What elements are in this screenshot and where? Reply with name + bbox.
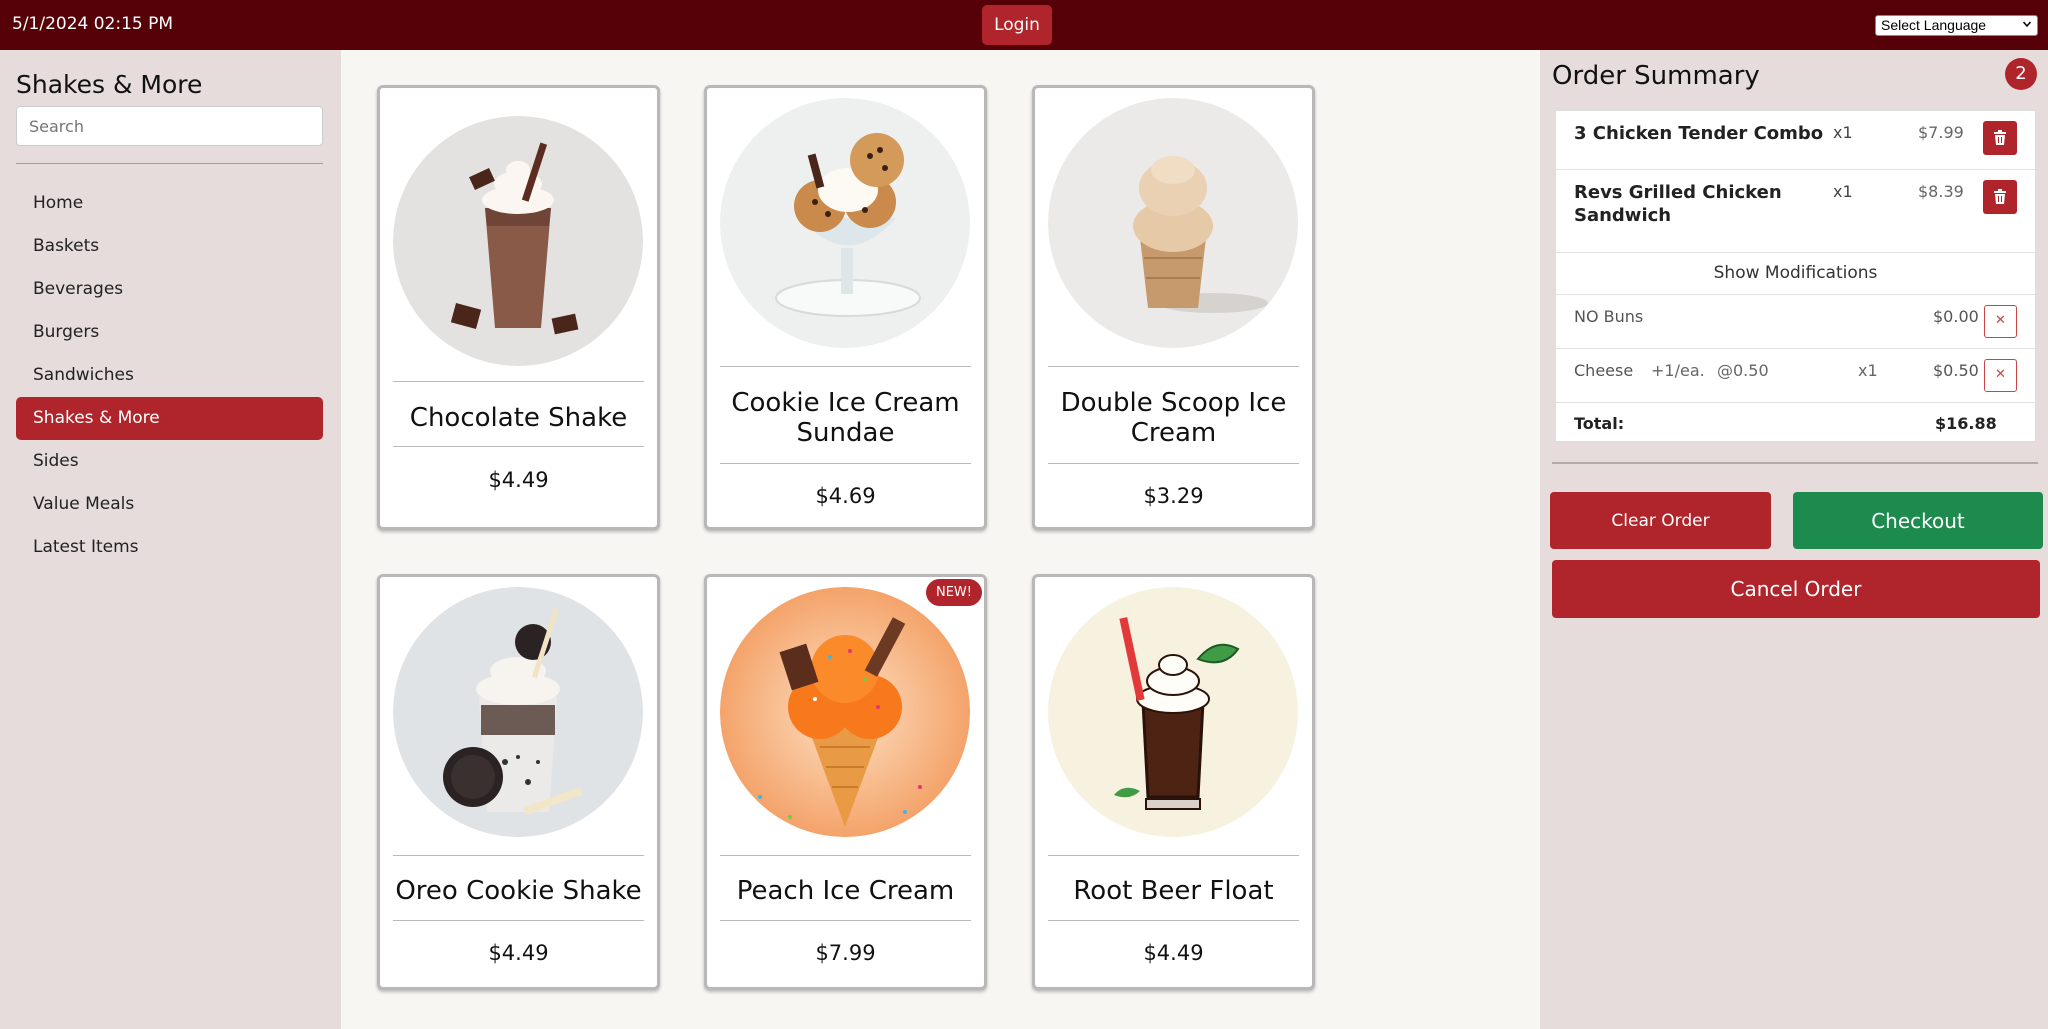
sidebar-item-latest-items[interactable]: Latest Items [16,526,323,569]
trash-icon [1994,130,2006,145]
total-value: $16.88 [1935,414,1997,433]
remove-item-button[interactable] [1983,180,2017,214]
modification-price: $0.50 [1933,361,1979,380]
sundae-image [720,98,970,348]
peach-cone-image [720,587,970,837]
order-summary-panel: Order Summary 2 3 Chicken Tender Combo x… [1540,50,2048,1029]
menu-item-card[interactable]: Cookie Ice Cream Sundae $4.69 [704,85,987,530]
card-divider [1048,366,1299,367]
login-button[interactable]: Login [982,5,1052,45]
datetime: 5/1/2024 02:15 PM [12,14,174,34]
row-divider [1556,294,2035,295]
search-input[interactable] [16,106,323,146]
row-divider [1556,402,2035,403]
menu-item-price: $4.49 [488,941,549,965]
modification-qty: x1 [1858,361,1878,380]
card-divider [1048,463,1299,464]
menu-item-name: Double Scoop Ice Cream [1060,388,1287,448]
menu-item-name: Oreo Cookie Shake [395,876,642,906]
menu-item-name: Cookie Ice Cream Sundae [731,388,960,448]
close-icon: ✕ [1995,367,2006,382]
modification-name: Cheese [1574,361,1634,380]
order-item-price: $8.39 [1918,182,1964,201]
menu-item-card[interactable]: Chocolate Shake $4.49 [377,85,660,530]
remove-modification-button[interactable]: ✕ [1984,359,2017,392]
sidebar-item-burgers[interactable]: Burgers [16,311,323,354]
menu-item-card[interactable]: Oreo Cookie Shake $4.49 [377,574,660,990]
order-item-name: Revs Grilled Chicken Sandwich [1574,182,1782,226]
card-divider [393,855,644,856]
order-item-price: $7.99 [1918,123,1964,142]
trash-icon [1994,189,2006,204]
order-item-qty: x1 [1833,182,1853,201]
close-icon: ✕ [1995,313,2006,328]
menu-item-price: $4.49 [488,468,549,492]
category-title: Shakes & More [16,70,203,99]
modification-unit: +1/ea. [1651,361,1705,380]
sidebar-item-sides[interactable]: Sides [16,440,323,483]
row-divider [1556,252,2035,253]
sidebar: Shakes & More Home Baskets Beverages Bur… [0,50,341,1029]
order-item-name: 3 Chicken Tender Combo [1574,123,1824,144]
card-divider [720,920,971,921]
modification-rate: @0.50 [1717,361,1769,380]
cancel-order-button[interactable]: Cancel Order [1552,560,2040,618]
oreo-shake-image [393,587,643,837]
root-beer-float-image [1048,587,1298,837]
card-divider [720,463,971,464]
sidebar-item-sandwiches[interactable]: Sandwiches [16,354,323,397]
card-divider [720,366,971,367]
sidebar-item-home[interactable]: Home [16,182,323,225]
new-badge: NEW! [925,579,982,606]
checkout-button[interactable]: Checkout [1793,492,2043,549]
menu-item-price: $3.29 [1143,484,1204,508]
chocolate-shake-image [393,116,643,366]
menu-item-name: Peach Ice Cream [736,876,955,906]
ice-cream-cup-image [1048,98,1298,348]
chevron-down-icon [2023,21,2031,28]
card-divider [393,381,644,382]
modification-name: NO Buns [1574,307,1644,326]
card-divider [720,855,971,856]
remove-modification-button[interactable]: ✕ [1984,305,2017,338]
clear-order-button[interactable]: Clear Order [1550,492,1771,549]
item-count-badge: 2 [2005,58,2037,90]
menu-item-card[interactable]: Root Beer Float $4.49 [1032,574,1315,990]
order-items-list: 3 Chicken Tender Combo x1 $7.99 Revs Gri… [1555,110,2036,442]
remove-item-button[interactable] [1983,121,2017,155]
menu-item-card[interactable]: Double Scoop Ice Cream $3.29 [1032,85,1315,530]
top-bar: 5/1/2024 02:15 PM Login Select Language [0,0,2048,50]
row-divider [1556,348,2035,349]
sidebar-item-value-meals[interactable]: Value Meals [16,483,323,526]
menu-item-card[interactable]: NEW! Peach Ice Cream $7.99 [704,574,987,990]
sidebar-item-beverages[interactable]: Beverages [16,268,323,311]
card-divider [393,446,644,447]
menu-item-price: $4.69 [815,484,876,508]
order-divider [1552,462,2038,464]
category-nav: Home Baskets Beverages Burgers Sandwiche… [16,182,323,569]
sidebar-item-shakes-more[interactable]: Shakes & More [16,397,323,440]
card-divider [393,920,644,921]
menu-item-name: Chocolate Shake [409,403,628,433]
sidebar-item-baskets[interactable]: Baskets [16,225,323,268]
menu-item-price: $4.49 [1143,941,1204,965]
card-divider [1048,855,1299,856]
menu-item-name: Root Beer Float [1073,876,1274,906]
sidebar-divider [16,163,323,164]
card-divider [1048,920,1299,921]
order-item-qty: x1 [1833,123,1853,142]
language-select-label: Select Language [1881,17,1987,33]
language-select[interactable]: Select Language [1875,15,2038,36]
row-divider [1556,169,2035,170]
show-modifications-toggle[interactable]: Show Modifications [1556,263,2035,283]
order-summary-title: Order Summary [1552,61,1760,91]
modification-price: $0.00 [1933,307,1979,326]
total-label: Total: [1574,414,1625,433]
menu-item-price: $7.99 [815,941,876,965]
